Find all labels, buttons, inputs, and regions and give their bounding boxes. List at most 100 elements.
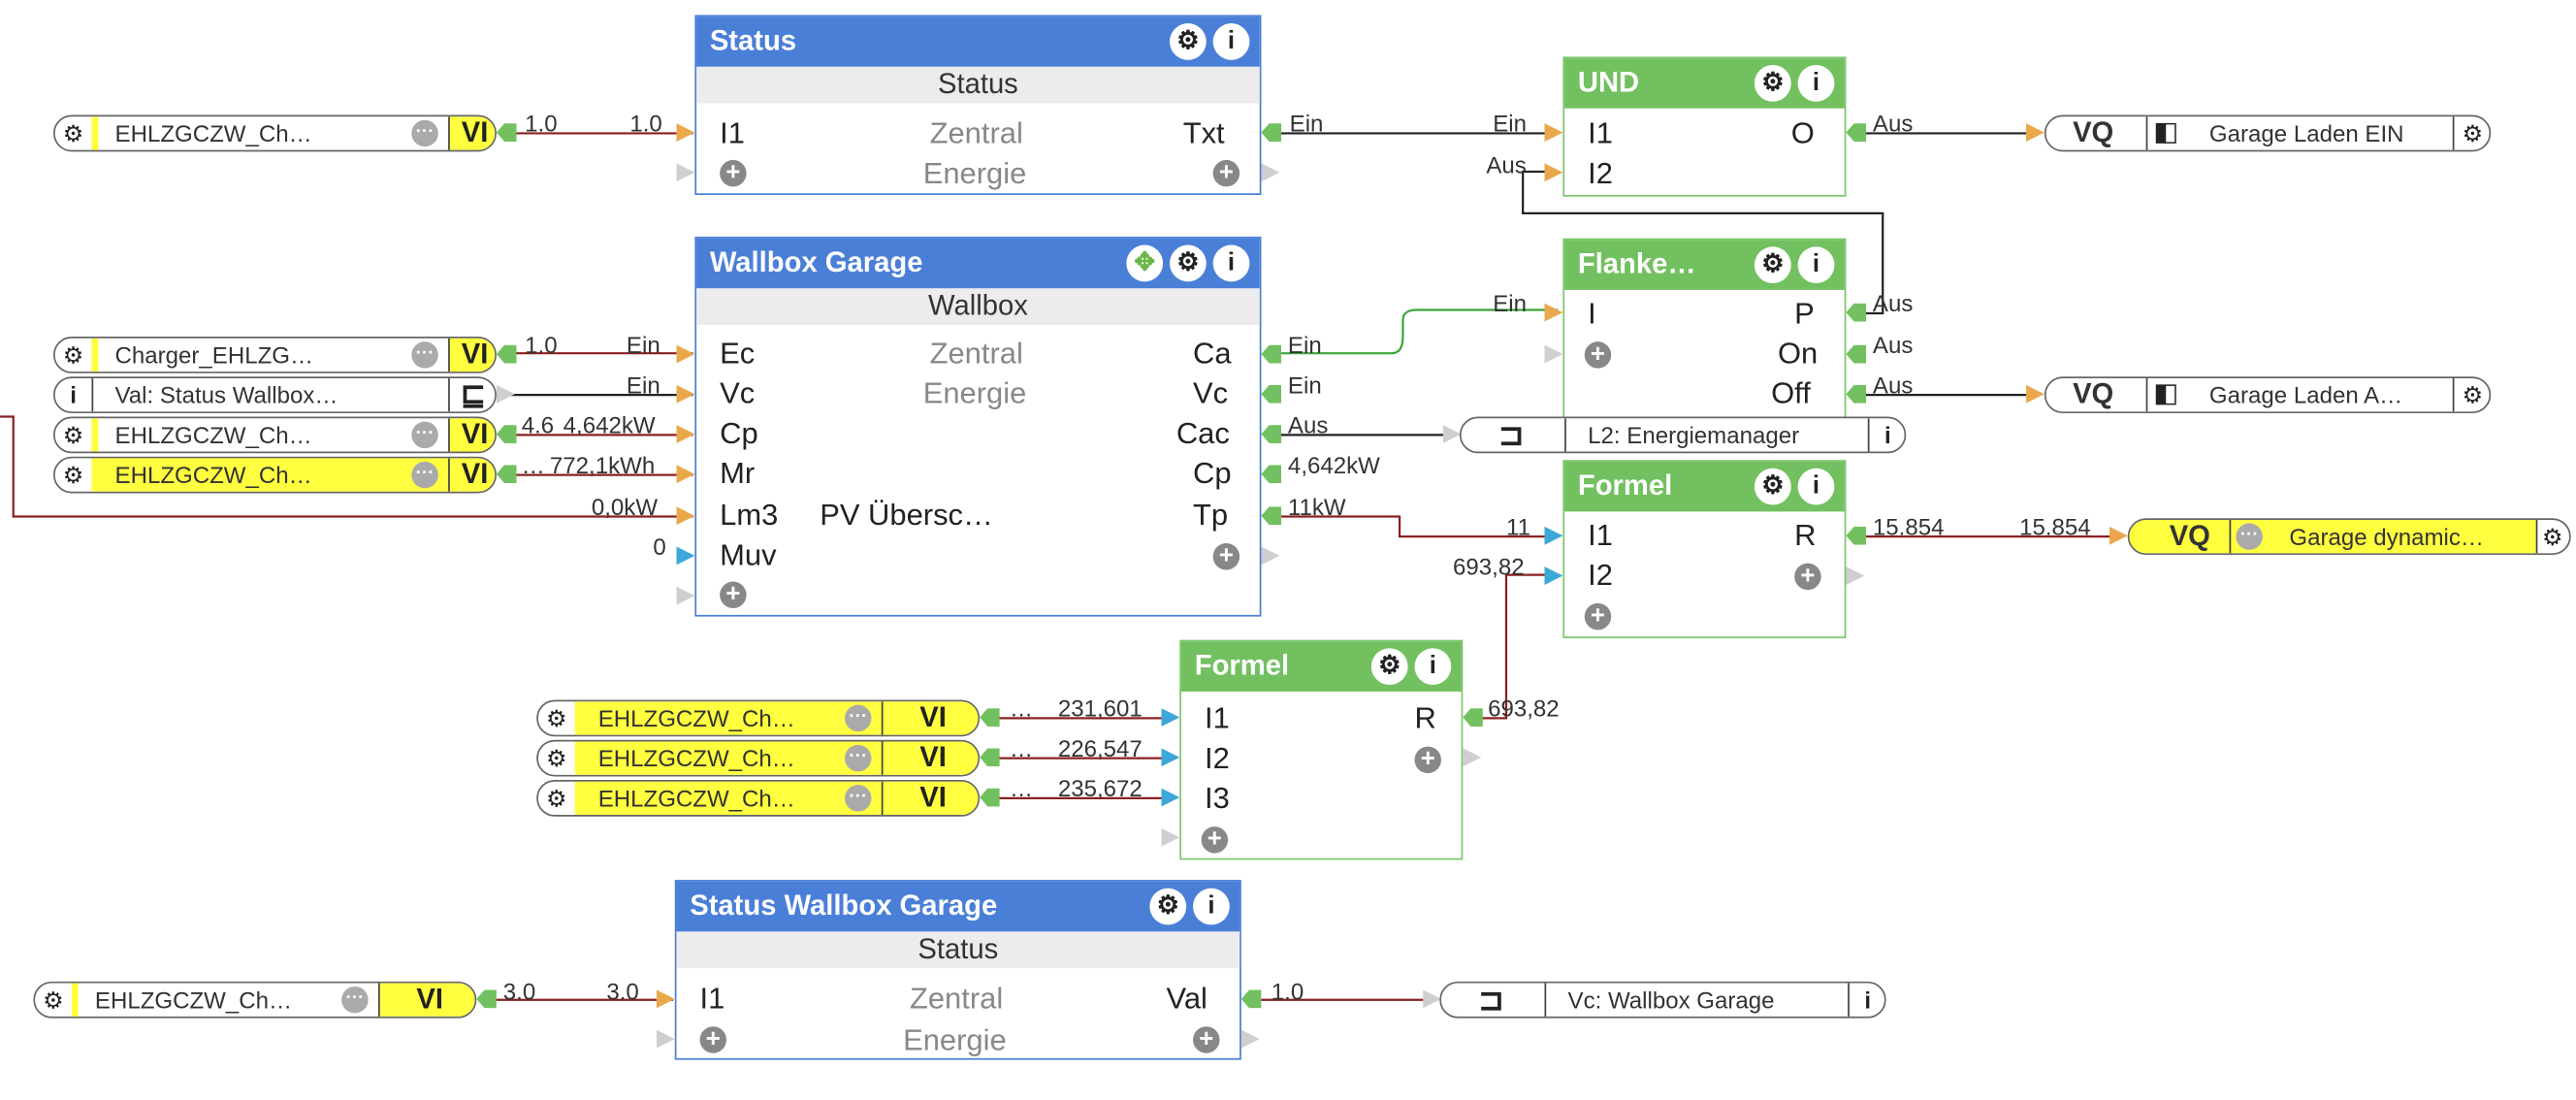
add-output-icon[interactable]: + xyxy=(1212,159,1240,187)
wire-label: … xyxy=(1010,695,1034,722)
wire-label: Aus xyxy=(1872,372,1914,399)
add-output-icon[interactable]: + xyxy=(1414,746,1441,774)
port-label: O xyxy=(1790,116,1815,150)
gear-icon[interactable]: ⚙ xyxy=(60,120,86,146)
input-node[interactable]: ⚙ EHLZGCZW_Ch… ··· VI xyxy=(536,699,981,737)
output-node[interactable]: ⊐ L2: Energiemanager i xyxy=(1459,416,1907,454)
formel-block[interactable]: Formel ⚙ i I1 I2 I3 + R + xyxy=(1179,639,1464,860)
gear-icon[interactable]: ⚙ xyxy=(2539,523,2565,549)
port-label: I1 xyxy=(1205,701,1230,735)
port-label: Val xyxy=(1166,981,1208,1016)
block-subtitle: Status xyxy=(696,66,1260,104)
more-icon[interactable]: ··· xyxy=(411,341,438,369)
wire-label: 235,672 xyxy=(1057,774,1143,802)
more-icon[interactable]: ··· xyxy=(341,986,369,1014)
info-icon[interactable]: i xyxy=(1212,244,1250,282)
block-title: Formel xyxy=(1577,469,1673,502)
info-icon[interactable]: i xyxy=(1854,987,1881,1013)
gear-icon[interactable]: ⚙ xyxy=(1754,246,1791,284)
gear-icon[interactable]: ⚙ xyxy=(60,422,86,448)
input-node[interactable]: ⚙ EHLZGCZW_Ch… ··· VI xyxy=(33,981,477,1019)
move-icon[interactable]: ✥ xyxy=(1126,244,1164,282)
more-icon[interactable]: ··· xyxy=(411,421,438,449)
port-label: I xyxy=(1588,296,1596,331)
wire-label: Aus xyxy=(1872,289,1914,317)
gear-icon[interactable]: ⚙ xyxy=(2460,381,2486,407)
gear-icon[interactable]: ⚙ xyxy=(543,705,569,731)
more-icon[interactable]: ··· xyxy=(844,704,872,732)
gear-icon[interactable]: ⚙ xyxy=(1754,64,1791,102)
add-input-icon[interactable]: + xyxy=(1201,825,1229,854)
port-label: Cp xyxy=(720,416,758,450)
gear-icon[interactable]: ⚙ xyxy=(1370,648,1408,686)
more-icon[interactable]: ··· xyxy=(411,461,438,489)
input-node[interactable]: ⚙ EHLZGCZW_Ch… ··· VI xyxy=(536,739,981,777)
wire-label: Ein xyxy=(1493,289,1527,317)
output-node[interactable]: VQ ◧ Garage Laden A… ⚙ xyxy=(2044,376,2492,414)
more-icon[interactable]: ··· xyxy=(844,785,872,812)
gear-icon[interactable]: ⚙ xyxy=(40,987,66,1013)
port-label: Tp xyxy=(1193,498,1229,533)
wire-label: 11 xyxy=(1505,513,1530,540)
port-label: Cac xyxy=(1175,416,1230,450)
flanke-block[interactable]: Flanke… ⚙ i I + P On Off xyxy=(1562,238,1847,419)
wire-label: 4,642kW xyxy=(1287,451,1380,479)
info-icon[interactable]: i xyxy=(1797,468,1835,505)
input-node[interactable]: ⚙ EHLZGCZW_Ch… ··· VI xyxy=(52,114,497,152)
output-node[interactable]: ⊐ Vc: Wallbox Garage i xyxy=(1439,981,1886,1019)
port-label: I2 xyxy=(1588,558,1613,592)
add-output-icon[interactable]: + xyxy=(1193,1025,1220,1053)
wire-label: 4,642kW xyxy=(563,411,656,438)
output-node[interactable]: VQ ◧ Garage Laden EIN ⚙ xyxy=(2044,114,2492,152)
connector-icon: ⊐ xyxy=(1498,418,1525,452)
wire-label: Ein xyxy=(1493,110,1527,137)
port-label: I1 xyxy=(699,981,725,1016)
port-label: R xyxy=(1794,518,1817,552)
gear-icon[interactable]: ⚙ xyxy=(2460,120,2486,146)
status-wallbox-block[interactable]: Status Wallbox Garage ⚙ i Status I1 Zentr… xyxy=(674,880,1241,1060)
gear-icon[interactable]: ⚙ xyxy=(543,785,569,811)
input-node[interactable]: ⚙ EHLZGCZW_Ch… ··· VI xyxy=(52,416,497,454)
wire-label: … xyxy=(1010,774,1034,802)
add-input-icon[interactable]: + xyxy=(720,159,747,187)
add-input-icon[interactable]: + xyxy=(699,1025,727,1053)
wire-label: … xyxy=(1010,734,1034,762)
toggle-icon: ◧ xyxy=(2153,117,2179,147)
gear-icon[interactable]: ⚙ xyxy=(1169,23,1207,60)
info-icon[interactable]: i xyxy=(1875,422,1901,448)
output-node[interactable]: VQ ··· Garage dynamic… ⚙ xyxy=(2127,518,2571,556)
input-node[interactable]: ⚙ Charger_EHLZG… ··· VI xyxy=(52,337,497,373)
more-icon[interactable]: ··· xyxy=(411,119,438,147)
gear-icon[interactable]: ⚙ xyxy=(60,462,86,488)
info-icon[interactable]: i xyxy=(60,381,86,407)
info-icon[interactable]: i xyxy=(1414,648,1452,686)
port-label: Ca xyxy=(1193,337,1232,371)
port-label: I3 xyxy=(1205,781,1230,816)
more-icon[interactable]: ··· xyxy=(844,744,872,772)
info-icon[interactable]: i xyxy=(1193,888,1230,925)
gear-icon[interactable]: ⚙ xyxy=(543,745,569,771)
input-node[interactable]: ⚙ EHLZGCZW_Ch… ··· VI xyxy=(52,456,497,494)
gear-icon[interactable]: ⚙ xyxy=(1149,888,1187,925)
add-input-icon[interactable]: + xyxy=(720,581,747,609)
add-input-icon[interactable]: + xyxy=(1584,340,1612,369)
add-output-icon[interactable]: + xyxy=(1212,542,1240,570)
gear-icon[interactable]: ⚙ xyxy=(1754,468,1791,505)
info-icon[interactable]: i xyxy=(1797,64,1835,102)
block-title: UND xyxy=(1577,66,1640,99)
gear-icon[interactable]: ⚙ xyxy=(60,341,86,368)
input-node[interactable]: ⚙ EHLZGCZW_Ch… ··· VI xyxy=(536,779,981,817)
wallbox-block[interactable]: Wallbox Garage ✥ ⚙ i Wallbox Ec Vc Cp Mr L… xyxy=(694,236,1262,617)
info-icon[interactable]: i xyxy=(1212,23,1250,60)
info-icon[interactable]: i xyxy=(1797,246,1835,284)
status-block[interactable]: Status ⚙ i Status I1 Zentral Txt + Energi… xyxy=(694,15,1262,195)
formel-block[interactable]: Formel ⚙ i I1 I2 + R + xyxy=(1562,460,1847,638)
port-label: Mr xyxy=(720,456,756,491)
wire-label: 226,547 xyxy=(1057,734,1143,762)
gear-icon[interactable]: ⚙ xyxy=(1169,244,1207,282)
more-icon[interactable]: ··· xyxy=(2236,523,2263,550)
input-node[interactable]: i Val: Status Wallbox… ⊑ xyxy=(52,376,497,414)
add-output-icon[interactable]: + xyxy=(1794,563,1821,591)
und-block[interactable]: UND ⚙ i I1 I2 O xyxy=(1562,56,1847,197)
add-input-icon[interactable]: + xyxy=(1584,602,1612,631)
